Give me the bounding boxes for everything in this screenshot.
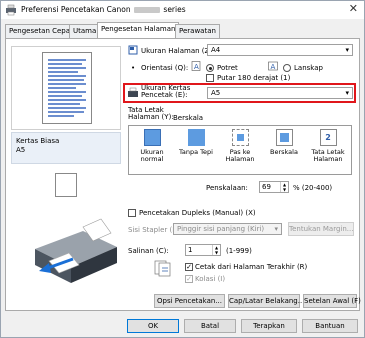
portrait-icon: A	[191, 61, 201, 71]
apply-button[interactable]: Terapkan	[241, 319, 297, 333]
tab-maintenance[interactable]: Perawatan	[175, 24, 220, 38]
scaling-range: % (20-400)	[293, 184, 333, 192]
landscape-radio[interactable]	[283, 64, 291, 72]
defaults-button[interactable]: Setelan Awal (F)	[303, 294, 361, 308]
page-layout-icon: 2	[319, 129, 337, 146]
layout-option-label: Berskala	[270, 148, 298, 156]
printer-icon	[6, 4, 16, 16]
layout-option-label: Tanpa Tepi	[179, 148, 213, 156]
page-layout-current: Berskala	[173, 114, 204, 122]
landscape-label: Lanskap	[294, 64, 323, 72]
printing-preferences-window: Preferensi Pencetakan Canon series ✕ Pen…	[0, 0, 365, 338]
printer-paper-icon	[128, 87, 138, 97]
spinner-icon[interactable]: ▲ ▼	[280, 182, 288, 192]
ok-button[interactable]: OK	[127, 319, 179, 333]
layout-option-label: Tata Letak Halaman	[311, 148, 345, 163]
chevron-down-icon: ▾	[345, 46, 349, 54]
orientation-bullet: •	[131, 64, 136, 72]
fit-to-page-icon	[231, 129, 249, 146]
landscape-icon: A	[268, 61, 278, 71]
orientation-label: Orientasi (Q):	[141, 64, 189, 72]
page-size-select[interactable]: A4 ▾	[207, 44, 353, 56]
rotate-180-checkbox[interactable]	[206, 74, 214, 82]
page-size-value: A4	[211, 46, 221, 54]
svg-text:A: A	[194, 63, 199, 71]
svg-text:A: A	[271, 63, 276, 71]
layout-fit-to-page[interactable]: Pas ke Halaman	[218, 129, 262, 174]
cancel-button[interactable]: Batal	[184, 319, 236, 333]
stapling-select[interactable]: Pinggir sisi panjang (Kiri) ▾	[173, 223, 282, 235]
print-options-button[interactable]: Opsi Pencetakan...	[154, 294, 225, 308]
rotate-180-label: Putar 180 derajat (1)	[217, 74, 291, 82]
scaling-label: Penskalaan:	[206, 184, 248, 192]
specify-margin-button[interactable]: Tentukan Margin...	[288, 222, 354, 236]
scaled-icon	[275, 129, 293, 146]
close-icon[interactable]: ✕	[349, 2, 358, 15]
paper-size-text: A5	[16, 146, 26, 154]
page-size-icon	[128, 45, 138, 55]
print-from-last-page-checkbox[interactable]: ✓	[185, 263, 193, 271]
page-layout-label-line2: Halaman (Y):	[128, 113, 174, 121]
spinner-icon[interactable]: ▲ ▼	[212, 245, 220, 255]
tab-main[interactable]: Utama	[69, 24, 101, 38]
copies-input[interactable]: 1 ▲ ▼	[185, 244, 221, 256]
scaling-value: 69	[262, 183, 271, 191]
duplex-label: Pencetakan Dupleks (Manual) (X)	[139, 209, 256, 217]
printer-paper-size-select[interactable]: A5 ▾	[207, 87, 353, 99]
media-type-text: Kertas Biasa	[16, 137, 60, 145]
page-thumbnail	[42, 52, 92, 124]
layout-option-label: Ukuran normal	[140, 148, 164, 163]
print-from-last-page-label: Cetak dari Halaman Terakhir (R)	[195, 263, 308, 271]
chevron-down-icon: ▾	[274, 225, 278, 233]
layout-page-layout[interactable]: 2 Tata Letak Halaman	[306, 129, 350, 174]
tab-page-setup[interactable]: Pengesetan Halaman	[97, 22, 180, 39]
layout-option-label: Pas ke Halaman	[225, 148, 255, 163]
portrait-radio[interactable]	[206, 64, 214, 72]
page-preview	[11, 46, 121, 130]
chevron-down-icon: ▾	[345, 89, 349, 97]
model-name-redacted	[134, 7, 161, 13]
copies-value: 1	[188, 246, 193, 254]
printer-illustration	[35, 218, 117, 283]
printer-paper-label-line2: Pencetak (E):	[141, 91, 188, 99]
duplex-checkbox[interactable]	[128, 209, 136, 217]
copies-range: (1-999)	[226, 247, 252, 255]
help-button[interactable]: Bantuan	[302, 319, 358, 333]
title-text-suffix: series	[163, 5, 186, 14]
title-text: Preferensi Pencetakan Canon	[21, 5, 131, 14]
page-layout-label: Tata Letak Halaman (Y):	[128, 107, 174, 121]
scaling-input[interactable]: 69 ▲ ▼	[259, 181, 289, 193]
window-title: Preferensi Pencetakan Canon series	[21, 5, 186, 14]
copies-label: Salinan (C):	[128, 247, 169, 255]
copies-icon	[154, 260, 171, 277]
layout-scaled[interactable]: Berskala	[262, 129, 306, 174]
title-bar: Preferensi Pencetakan Canon series ✕	[1, 1, 364, 19]
borderless-icon	[187, 129, 205, 146]
collate-label: Kolasi (I)	[195, 275, 226, 283]
layout-borderless[interactable]: Tanpa Tepi	[174, 129, 218, 174]
media-info: Kertas Biasa A5	[11, 132, 121, 164]
tab-quick-setup[interactable]: Pengesetan Cepat	[5, 24, 77, 38]
portrait-label: Potret	[217, 64, 238, 72]
layout-normal-size[interactable]: Ukuran normal	[130, 129, 174, 174]
printer-paper-size-value: A5	[211, 89, 221, 97]
page-layout-list: Ukuran normal Tanpa Tepi Pas ke Halaman …	[128, 125, 352, 175]
stamp-background-button[interactable]: Cap/Latar Belakang...	[228, 294, 304, 308]
page-size-label: Ukuran Halaman (Z):	[141, 47, 215, 55]
stapling-value: Pinggir sisi panjang (Kiri)	[177, 225, 265, 233]
collate-checkbox[interactable]: ✓	[185, 275, 193, 283]
normal-size-icon	[143, 129, 161, 146]
printer-paper-label: Ukuran Kertas Pencetak (E):	[141, 85, 190, 99]
output-page-icon	[55, 173, 77, 197]
